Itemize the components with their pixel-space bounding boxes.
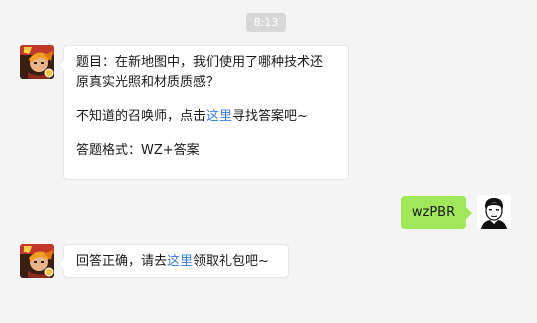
outgoing-message-bubble: wzPBR — [401, 196, 472, 229]
hint-suffix-text: 寻找答案吧~ — [232, 109, 308, 124]
reply-suffix-text: 领取礼包吧~ — [193, 254, 269, 269]
hint-line: 不知道的召唤师，点击这里寻找答案吧~ — [76, 107, 338, 127]
answer-link[interactable]: 这里 — [206, 109, 232, 124]
game-hero-avatar-icon[interactable] — [20, 244, 54, 278]
reply-prefix-text: 回答正确，请去 — [76, 254, 168, 269]
hint-prefix-text: 不知道的召唤师，点击 — [76, 109, 207, 124]
question-line-1: 题目：在新地图中，我们使用了哪种技术还 — [76, 55, 324, 70]
gift-link[interactable]: 这里 — [167, 254, 193, 269]
message-timestamp: 8:13 — [246, 13, 286, 32]
reply-line: 回答正确，请去这里领取礼包吧~ — [76, 252, 278, 272]
cartoon-man-avatar-icon[interactable] — [477, 195, 511, 229]
answer-format-line: 答题格式：WZ+答案 — [76, 143, 200, 158]
incoming-message-bubble: 题目：在新地图中，我们使用了哪种技术还 原真实光照和材质质感？ 不知道的召唤师，… — [58, 45, 349, 180]
question-line-2: 原真实光照和材质质感？ — [76, 75, 220, 90]
game-hero-avatar-icon[interactable] — [20, 45, 54, 79]
incoming-message-bubble: 回答正确，请去这里领取礼包吧~ — [58, 244, 289, 278]
